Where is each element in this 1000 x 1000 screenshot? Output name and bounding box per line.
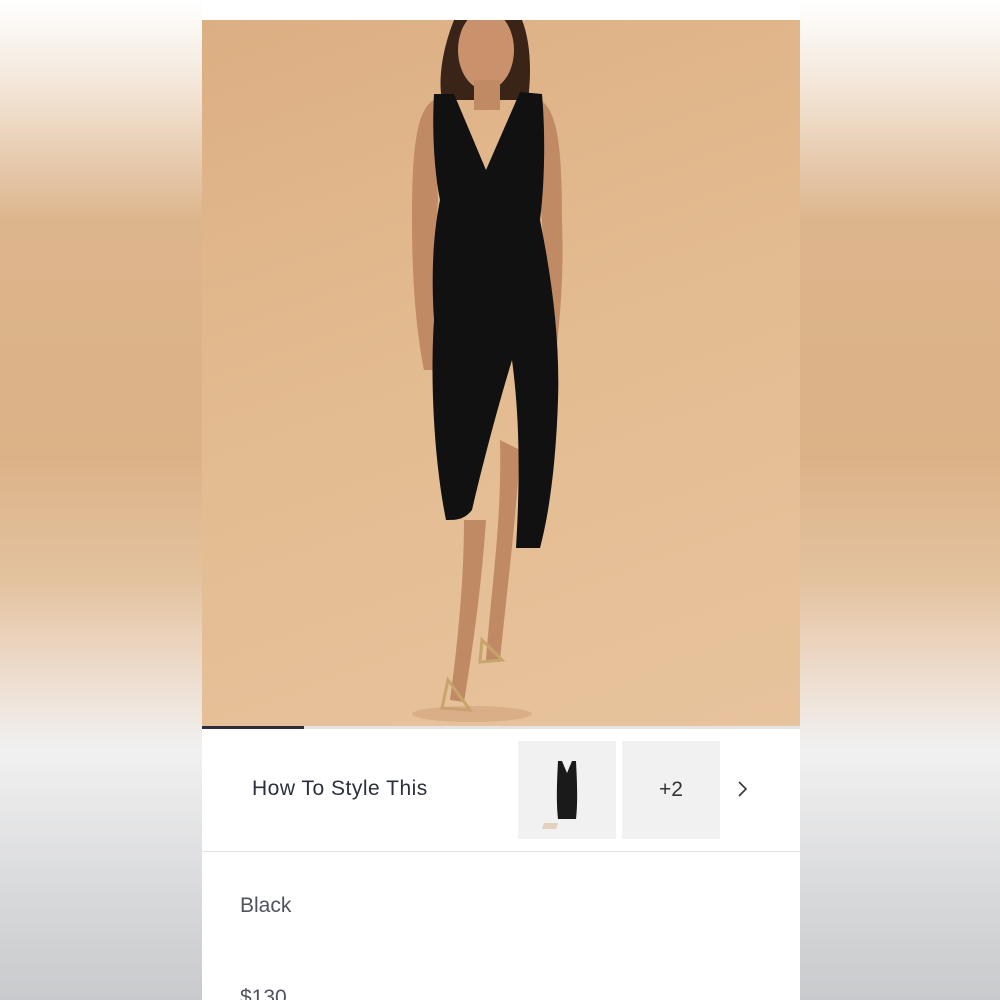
how-to-style-section[interactable]: How To Style This +2 — [202, 729, 800, 852]
product-price: $130 — [240, 986, 287, 1000]
chevron-right-icon[interactable] — [732, 779, 752, 799]
product-image[interactable] — [202, 20, 800, 728]
style-thumbnail-dress[interactable] — [518, 741, 616, 839]
blurred-backdrop-left — [0, 0, 202, 1000]
model-illustration — [412, 20, 563, 722]
blurred-backdrop-right — [800, 0, 1000, 1000]
product-page: How To Style This +2 Black $130 — [202, 0, 800, 1000]
selected-color-label: Black — [240, 894, 292, 917]
more-count: +2 — [659, 778, 683, 801]
dress-thumbnail-icon — [542, 761, 578, 829]
how-to-style-title: How To Style This — [252, 777, 428, 800]
style-thumbnail-more[interactable]: +2 — [622, 741, 720, 839]
